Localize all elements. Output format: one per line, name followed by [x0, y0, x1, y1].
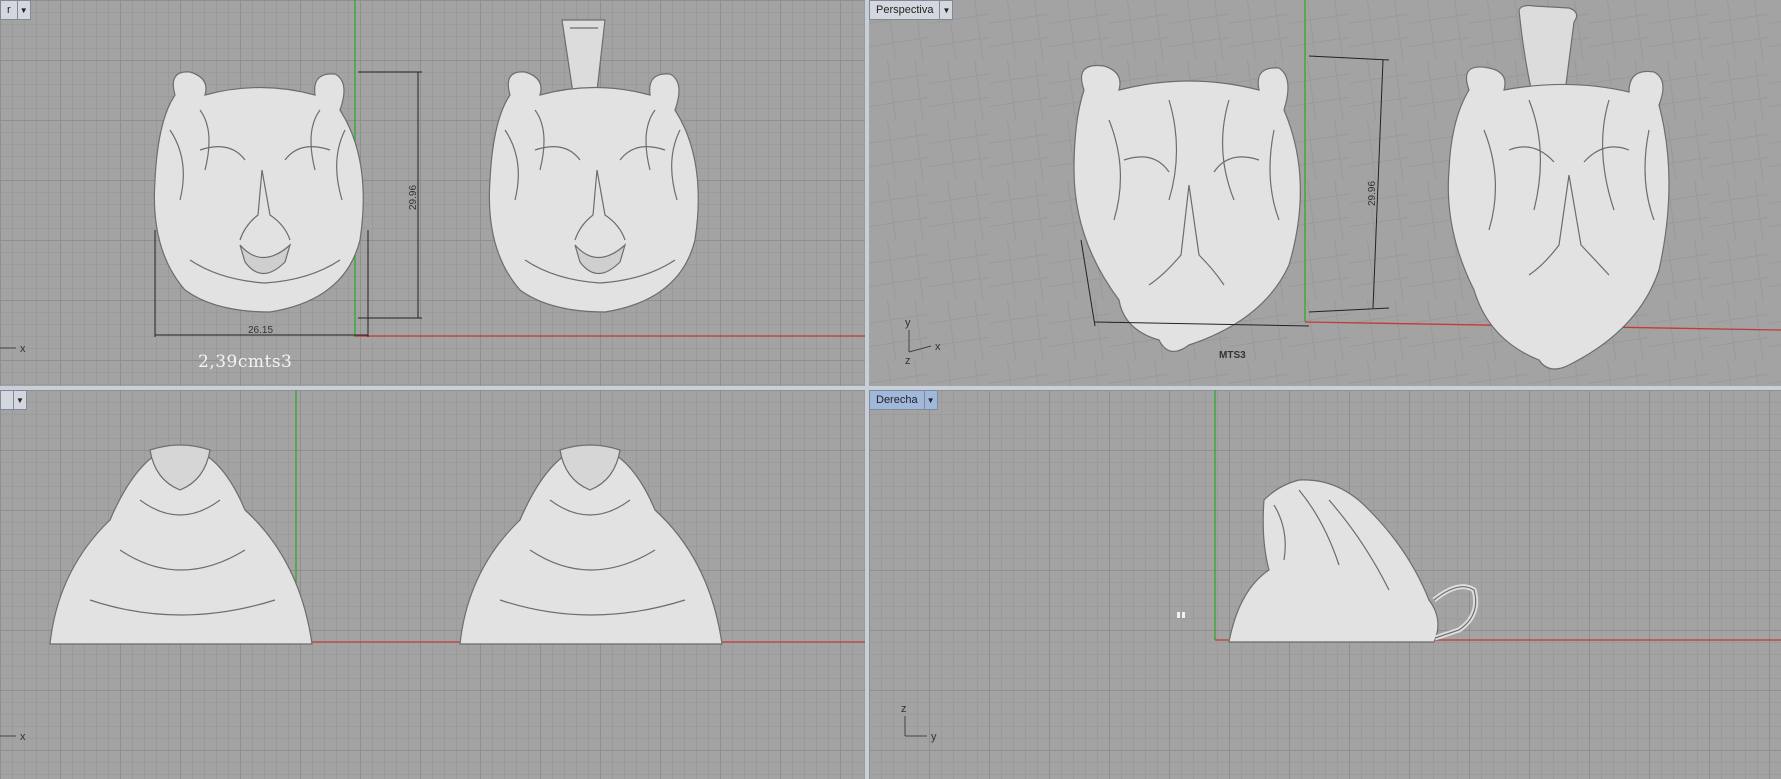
watermark-volume: 2,39cmts3 [198, 352, 293, 372]
dimension-height-label: 29.96 [408, 185, 419, 210]
small-marker [1177, 612, 1180, 618]
viewport-front[interactable]: r ▼ 29.96 26.15 x 2,39cmts3 [0, 0, 865, 386]
viewport-right[interactable]: Derecha ▼ z y [869, 390, 1781, 779]
axis-z-label: z [905, 355, 911, 367]
top-view-canvas: x [0, 390, 865, 743]
dimension-width-label: 26.15 [248, 325, 273, 336]
axis-x-label: x [20, 731, 26, 743]
viewport-perspective[interactable]: Perspectiva ▼ MTS3 29.96 y x z [869, 0, 1781, 386]
axis-gizmo-icon [904, 716, 927, 737]
tiger-model-top-view [49, 444, 313, 645]
axis-x-label: x [20, 343, 26, 355]
dimension-height-label-persp: 29.96 [1367, 181, 1378, 206]
tiger-model-top-view-2 [459, 444, 723, 645]
viewport-top[interactable]: ▼ x [0, 390, 865, 779]
engraving-text: MTS3 [1219, 350, 1246, 361]
tiger-model-side-view [1228, 479, 1479, 643]
viewport-splitter-horizontal[interactable] [0, 386, 1781, 390]
axis-y-label: y [905, 317, 911, 329]
right-view-canvas: z y [901, 390, 1781, 743]
rhino-workspace: r ▼ 29.96 26.15 x 2,39cmts3 Perspectiva … [0, 0, 1781, 779]
axis-y-label: y [931, 731, 937, 743]
tiger-pendant-model-persp-bail [1447, 4, 1670, 370]
tiger-pendant-model-persp [1073, 64, 1301, 352]
small-marker [1182, 612, 1185, 618]
tiger-pendant-model-with-bail [488, 19, 699, 313]
axis-gizmo-icon [908, 330, 932, 353]
axis-z-label: z [901, 703, 907, 715]
front-view-canvas: 29.96 26.15 x [0, 0, 865, 355]
perspective-view-canvas: MTS3 29.96 y x z [905, 0, 1781, 370]
axis-x-label: x [935, 341, 941, 353]
tiger-pendant-model [153, 71, 364, 313]
